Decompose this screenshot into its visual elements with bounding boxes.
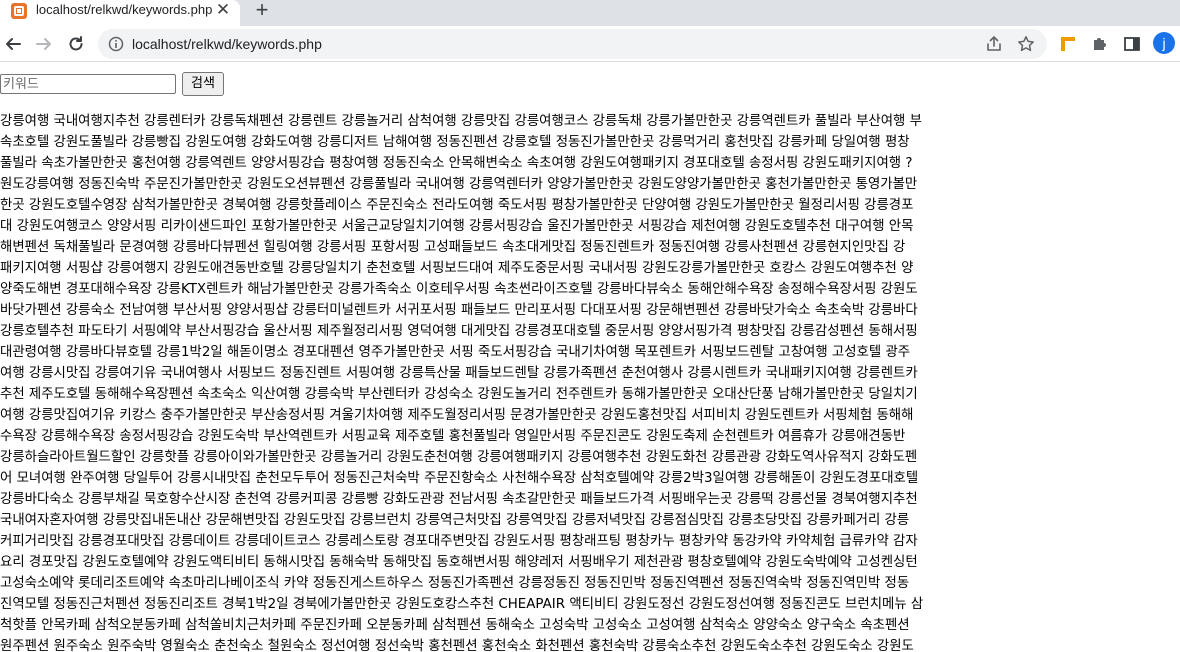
keyword-line: 어 모녀여행 완주여행 당일투어 강릉시내맛집 춘천모두투어 정동진근처숙박 주… bbox=[0, 471, 919, 486]
keyword-line: 국내여자혼자여행 강릉맛집내돈내산 강문해변맛집 강원도맛집 강릉브런치 강릉역… bbox=[0, 513, 910, 528]
arrow-right-icon bbox=[36, 38, 51, 50]
keyword-line: 속초호텔 강원도풀빌라 강릉빵집 강원도여행 강화도여행 강릉디저트 남해여행 … bbox=[0, 135, 910, 150]
new-tab-button[interactable]: + bbox=[250, 0, 274, 22]
keyword-line: 해변펜션 독채풀빌라 문경여행 강릉바다뷰펜션 힐링여행 강릉서핑 포항서핑 고… bbox=[0, 240, 906, 255]
browser-toolbar: localhost/relkwd/keywords.php j bbox=[0, 26, 1180, 62]
star-bookmark-icon[interactable] bbox=[1017, 35, 1035, 53]
keyword-line: 대관령여행 강릉바다뷰호텔 강릉1박2일 해돋이명소 경포대펜션 영주가볼만한곳… bbox=[0, 345, 911, 360]
puzzle-extensions-icon[interactable] bbox=[1090, 34, 1110, 54]
reload-icon bbox=[69, 36, 83, 51]
share-icon[interactable] bbox=[985, 35, 1003, 53]
keyword-line: 강릉하슬라아트월드할인 강릉핫플 강릉아이와가볼만한곳 강릉놀거리 강원도춘천여… bbox=[0, 450, 918, 465]
tab-strip: localhost/relkwd/keywords.php ✕ + bbox=[0, 0, 1180, 26]
keyword-line: 패키지여행 서핑샵 강릉여행지 강원도애견동반호텔 강릉당일치기 춘천호텔 서핑… bbox=[0, 261, 914, 276]
url-text[interactable]: localhost/relkwd/keywords.php bbox=[132, 35, 322, 53]
extension-icon[interactable] bbox=[1058, 34, 1078, 54]
keyword-line: 한곳 강원도호텔수영장 삼척가볼만한곳 경북여행 강릉핫플레이스 주문진숙소 전… bbox=[0, 198, 914, 213]
keyword-line: 커피거리맛집 강릉경포대맛집 강릉데이트 강릉데이트코스 강릉레스토랑 경포대주… bbox=[0, 534, 918, 549]
keyword-line: 진역모텔 정동진근처펜션 정동진리조트 경북1박2일 경북에가볼만한곳 강원도호… bbox=[0, 597, 924, 612]
search-button[interactable]: 검색 bbox=[182, 72, 224, 96]
arrow-left-icon bbox=[6, 38, 21, 50]
keyword-line: 원주펜션 원주숙소 원주숙박 영월숙소 춘천숙소 철원숙소 정선여행 정선숙박 … bbox=[0, 639, 914, 652]
browser-tab[interactable]: localhost/relkwd/keywords.php ✕ bbox=[0, 0, 240, 26]
keyword-line: 척핫플 안목카페 삼척오분동카페 삼척쏠비치근처카페 주문진카페 오분동카페 삼… bbox=[0, 618, 910, 633]
keyword-line: 대 강원도여행코스 양양서핑 리카이샌드파인 포항가볼만한곳 서울근교당일치기여… bbox=[0, 219, 914, 234]
keyword-line: 고성숙소예약 롯데리조트예약 속초마리나베이조식 카약 정동진게스트하우스 정동… bbox=[0, 576, 910, 591]
reload-button[interactable] bbox=[63, 31, 89, 57]
side-panel-icon[interactable] bbox=[1122, 34, 1142, 54]
keyword-line: 수욕장 강릉해수욕장 송정서핑강습 강원도숙박 부산역렌트카 서핑교육 제주호텔… bbox=[0, 429, 906, 444]
xampp-favicon-icon bbox=[11, 3, 27, 19]
back-button[interactable] bbox=[0, 31, 26, 57]
keyword-line: 원도강릉여행 정동진숙박 주문진가볼만한곳 강원도오션뷰펜션 강릉풀빌라 국내여… bbox=[0, 177, 918, 192]
forward-button[interactable] bbox=[31, 31, 57, 57]
keyword-list: 강릉여행 국내여행지추천 강릉렌터카 강릉독채펜션 강릉렌트 강릉놀거리 삼척여… bbox=[0, 111, 1180, 652]
keyword-line: 바닷가펜션 강릉숙소 전남여행 부산서핑 양양서핑샵 강릉터미널렌트카 서귀포서… bbox=[0, 303, 918, 318]
tab-title: localhost/relkwd/keywords.php bbox=[36, 2, 213, 17]
keyword-line: 여행 강릉시맛집 강릉여기유 국내여행사 서핑보드 정동진렌트 서핑여행 강릉특… bbox=[0, 366, 918, 381]
keyword-search-input[interactable] bbox=[0, 74, 176, 94]
keyword-line: 요리 경포맛집 강원도호텔예약 강원도액티비티 동해시맛집 동해숙박 동해맛집 … bbox=[0, 555, 918, 570]
keyword-line: 양죽도해변 경포대해수욕장 강릉KTX렌트카 해남가볼만한곳 강릉가족숙소 이호… bbox=[0, 282, 918, 297]
info-icon[interactable] bbox=[108, 36, 124, 52]
tab-close-icon[interactable]: ✕ bbox=[213, 1, 233, 21]
keyword-line: 강릉여행 국내여행지추천 강릉렌터카 강릉독채펜션 강릉렌트 강릉놀거리 삼척여… bbox=[0, 114, 922, 129]
keyword-line: 추천 제주도호텔 동해해수욕장펜션 속초숙소 익산여행 강릉숙박 부산렌터카 강… bbox=[0, 387, 918, 402]
keyword-line: 여행 강릉맛집여기유 키캉스 충주가볼만한곳 부산송정서핑 겨울기차여행 제주도… bbox=[0, 408, 914, 423]
address-bar[interactable]: localhost/relkwd/keywords.php bbox=[98, 29, 1047, 59]
keyword-line: 강릉호텔추천 파도타기 서핑예약 부산서핑강습 울산서핑 제주월정리서핑 영덕여… bbox=[0, 324, 918, 339]
profile-avatar[interactable]: j bbox=[1153, 32, 1175, 54]
keyword-line: 강릉바다숙소 강릉부채길 묵호항수산시장 춘천역 강릉커피콩 강릉빵 강화도관광… bbox=[0, 492, 918, 507]
keyword-line: 풀빌라 속초가볼만한곳 홍천여행 강릉역렌트 양양서핑강습 평창여행 정동진숙소… bbox=[0, 156, 913, 171]
